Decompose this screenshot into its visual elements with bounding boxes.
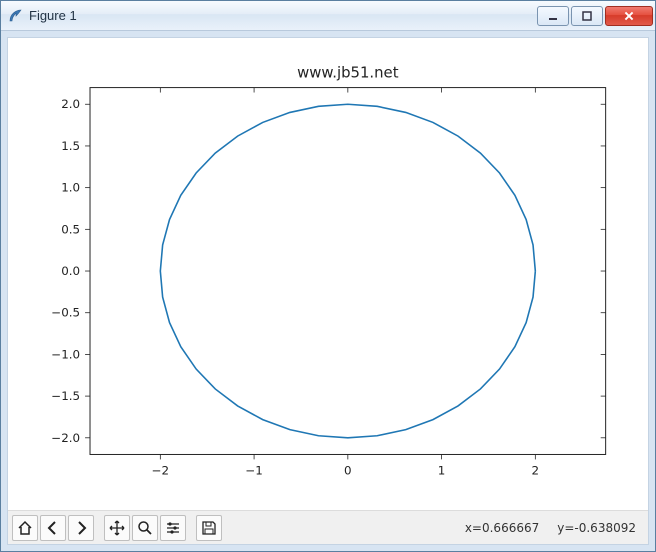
svg-text:2: 2 [532, 463, 540, 477]
svg-text:−1.5: −1.5 [51, 389, 80, 403]
coord-x: x=0.666667 [465, 521, 539, 535]
home-button[interactable] [12, 515, 38, 541]
configure-button[interactable] [160, 515, 186, 541]
svg-text:−1: −1 [245, 463, 263, 477]
save-icon [201, 520, 217, 536]
zoom-button[interactable] [132, 515, 158, 541]
y-axis: −2.0 −1.5 −1.0 −0.5 0.0 0.5 1.0 1.5 2.0 [51, 97, 605, 445]
save-button[interactable] [196, 515, 222, 541]
app-feather-icon [7, 8, 23, 24]
pan-button[interactable] [104, 515, 130, 541]
coord-readout: x=0.666667 y=-0.638092 [465, 521, 644, 535]
svg-text:−2: −2 [152, 463, 170, 477]
move-icon [109, 520, 125, 536]
svg-text:−1.0: −1.0 [51, 347, 80, 361]
window-controls [535, 6, 653, 26]
plot-area[interactable]: www.jb51.net −2 −1 0 1 2 −2.0 −1.5 −1.0 −0.5 0.0… [8, 38, 648, 510]
svg-text:−0.5: −0.5 [51, 306, 80, 320]
magnify-icon [137, 520, 153, 536]
svg-text:−2.0: −2.0 [51, 431, 80, 445]
arrow-left-icon [45, 520, 61, 536]
chart-svg: www.jb51.net −2 −1 0 1 2 −2.0 −1.5 −1.0 −0.5 0.0… [8, 38, 648, 510]
nav-toolbar: x=0.666667 y=-0.638092 [8, 510, 648, 544]
app-window: Figure 1 www.jb51.net −2 −1 0 1 2 −2.0 −1.5 −1… [0, 0, 656, 552]
figure-canvas: www.jb51.net −2 −1 0 1 2 −2.0 −1.5 −1.0 −0.5 0.0… [7, 37, 649, 545]
forward-button[interactable] [68, 515, 94, 541]
titlebar[interactable]: Figure 1 [1, 1, 655, 31]
maximize-button[interactable] [571, 6, 603, 26]
svg-text:2.0: 2.0 [61, 97, 80, 111]
sliders-icon [165, 520, 181, 536]
home-icon [17, 520, 33, 536]
coord-y: y=-0.638092 [557, 521, 636, 535]
close-button[interactable] [605, 6, 653, 26]
svg-text:1.5: 1.5 [61, 139, 80, 153]
back-button[interactable] [40, 515, 66, 541]
svg-text:0.0: 0.0 [61, 264, 80, 278]
svg-text:1.0: 1.0 [61, 181, 80, 195]
svg-text:1: 1 [438, 463, 446, 477]
minimize-button[interactable] [537, 6, 569, 26]
svg-text:0: 0 [344, 463, 352, 477]
svg-text:0.5: 0.5 [61, 222, 80, 236]
window-title: Figure 1 [29, 8, 77, 23]
data-series-circle [160, 104, 535, 438]
axes-frame [90, 88, 606, 455]
chart-title: www.jb51.net [297, 64, 399, 82]
arrow-right-icon [73, 520, 89, 536]
x-axis: −2 −1 0 1 2 [152, 88, 540, 478]
